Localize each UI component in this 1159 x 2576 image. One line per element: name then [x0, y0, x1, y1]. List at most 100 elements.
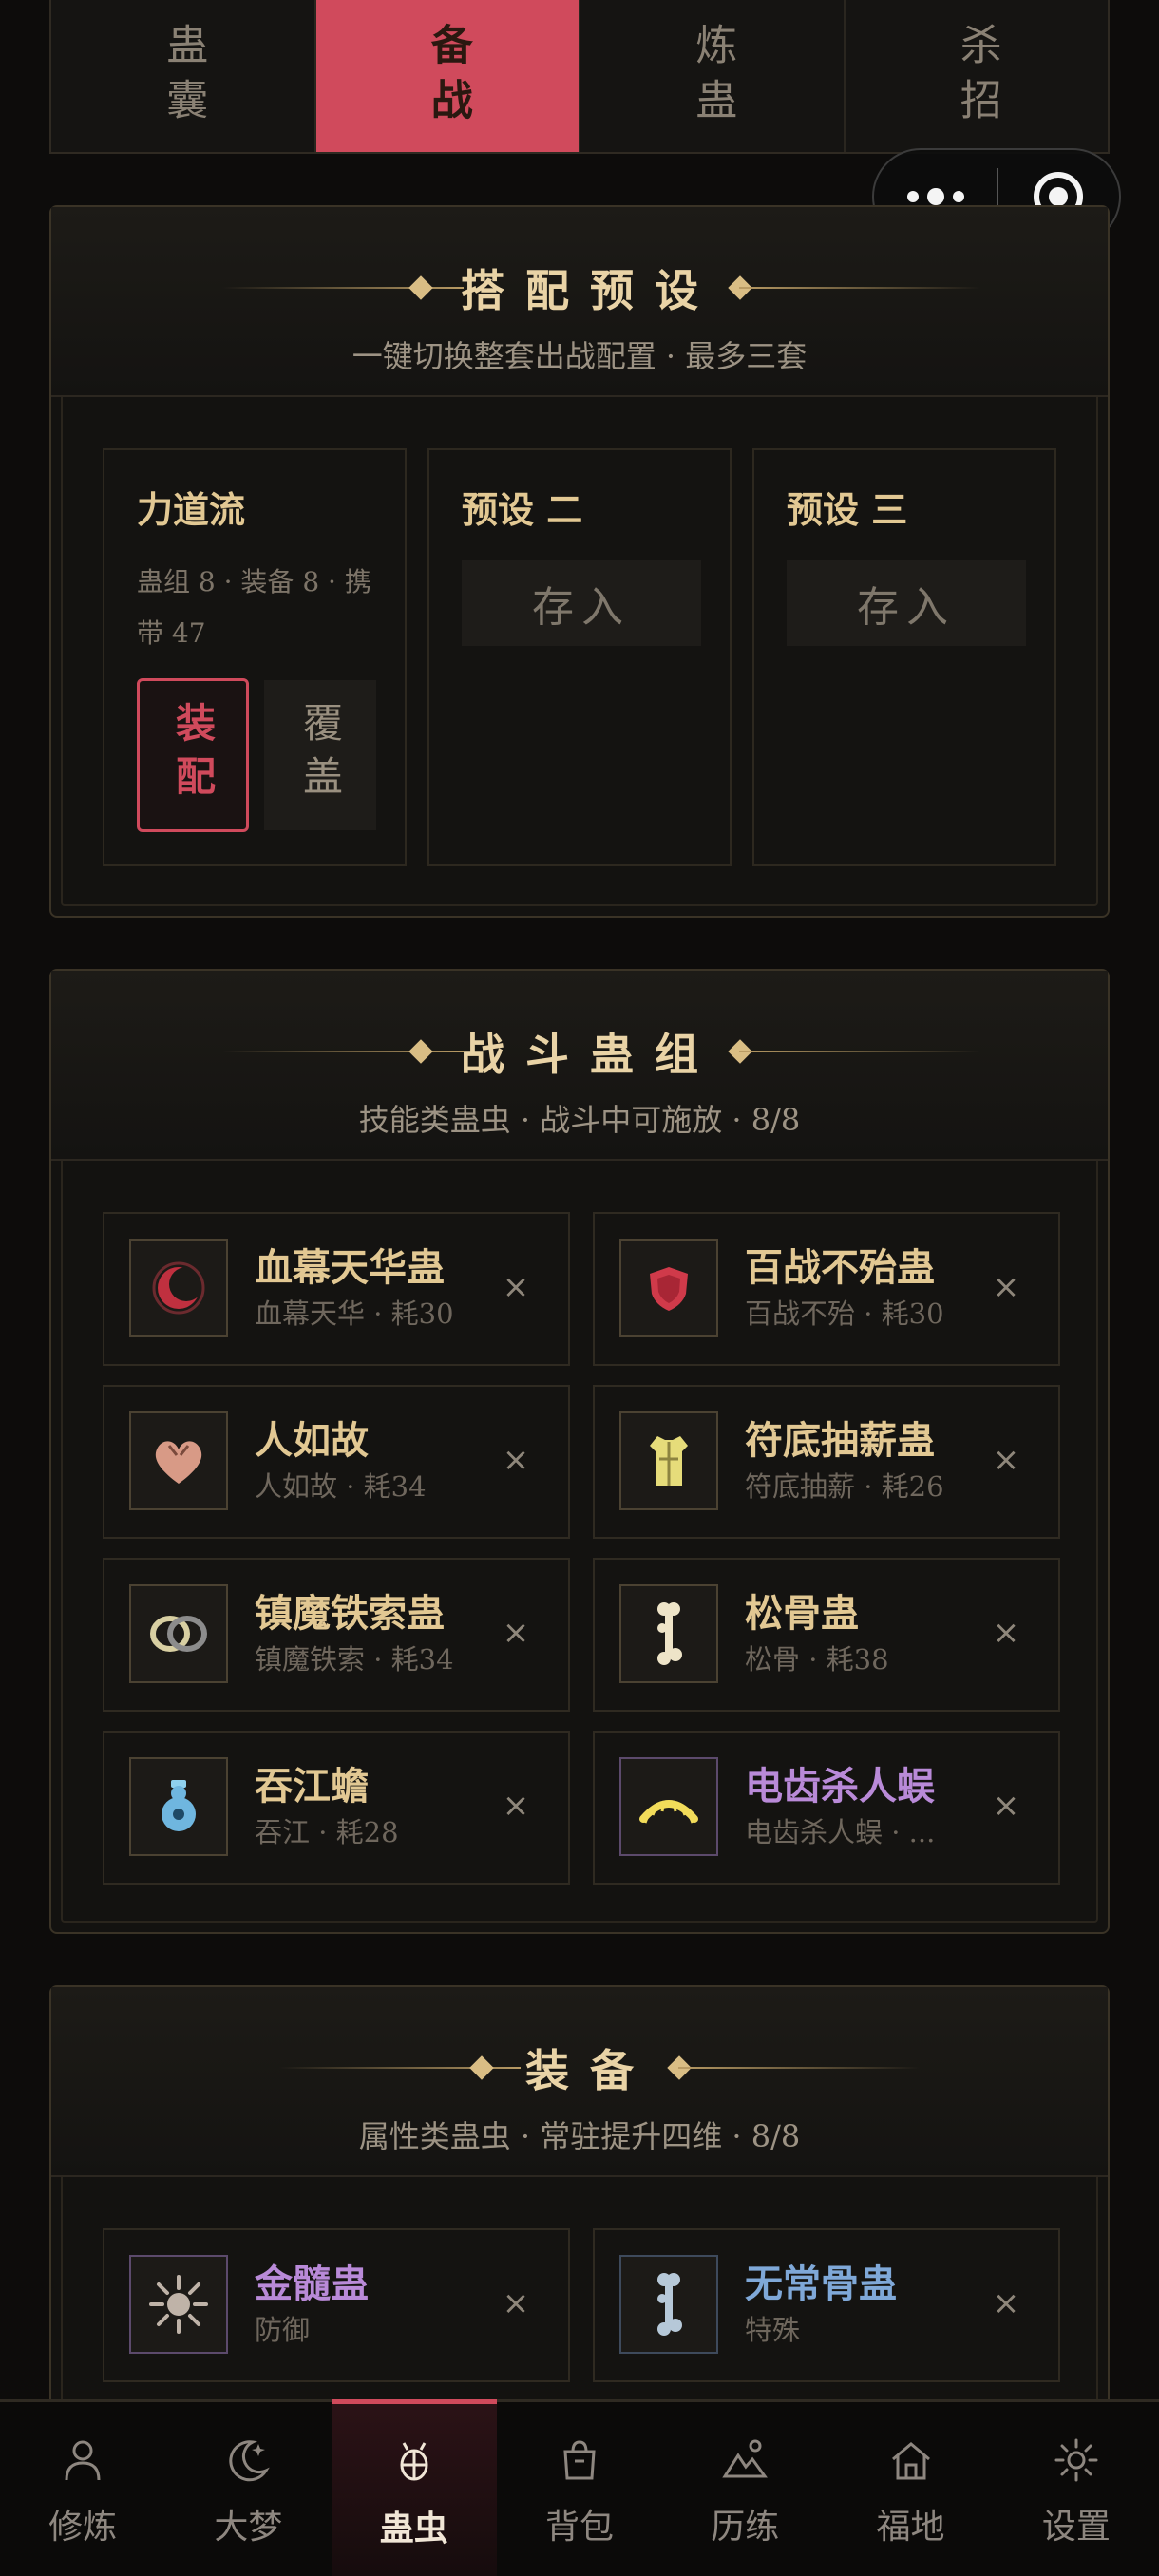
nav-label: 大梦 — [214, 2508, 283, 2547]
preset-panel: 搭配预设 一键切换整套出战配置 · 最多三套 力道流 蛊组 8 · 装备 8 ·… — [49, 205, 1110, 918]
button-label: 覆盖 — [296, 702, 344, 808]
person-icon — [65, 2440, 101, 2481]
tab-prepare[interactable]: 备战 — [315, 0, 580, 152]
nav-label: 修炼 — [48, 2508, 118, 2547]
remove-button[interactable]: × — [982, 1263, 1030, 1311]
preset-name: 力道流 — [137, 488, 246, 531]
nav-label: 背包 — [544, 2508, 614, 2547]
save-preset-button[interactable]: 存入 — [787, 560, 1026, 646]
armor-icon — [619, 1411, 718, 1510]
remove-button[interactable]: × — [492, 1436, 540, 1484]
nav-label: 历练 — [711, 2508, 780, 2547]
gu-desc: 镇魔铁索 · 耗34 — [255, 1643, 454, 1676]
panel-subtitle: 属性类蛊虫 · 常驻提升四维 · 8/8 — [358, 2118, 801, 2154]
gu-name: 人如故 — [255, 1418, 369, 1463]
gu-desc: 百战不殆 · 耗30 — [745, 1297, 944, 1330]
gu-slot[interactable]: 镇魔铁索蛊 镇魔铁索 · 耗34 × — [103, 1558, 570, 1712]
gu-slot[interactable]: 人如故 人如故 · 耗34 × — [103, 1385, 570, 1539]
gu-slot[interactable]: 电齿杀人蜈 电齿杀人蜈 · ... × — [593, 1731, 1060, 1885]
gourd-icon — [129, 1757, 228, 1856]
equip-preset-button[interactable]: 装配 — [137, 678, 249, 832]
heart-icon — [129, 1411, 228, 1510]
tab-gu-bag[interactable]: 蛊囊 — [51, 0, 316, 152]
bag-icon — [563, 2440, 596, 2480]
remove-button[interactable]: × — [492, 1263, 540, 1311]
mountain-icon — [722, 2439, 769, 2478]
more-dots-icon — [926, 188, 944, 205]
preset-card: 预设 三 存入 — [752, 448, 1056, 866]
nav-blessed-land[interactable]: 福地 — [827, 2402, 993, 2576]
preset-card: 预设 二 存入 — [428, 448, 732, 866]
remove-button[interactable]: × — [982, 1609, 1030, 1657]
tab-refine[interactable]: 炼蛊 — [580, 0, 846, 152]
remove-button[interactable]: × — [492, 1782, 540, 1829]
header-divider — [739, 287, 980, 289]
gu-desc: 松骨 · 耗38 — [745, 1643, 889, 1676]
gu-desc: 防御 — [255, 2314, 311, 2346]
preset-name: 预设 二 — [462, 488, 583, 531]
remove-button[interactable]: × — [982, 1436, 1030, 1484]
remove-button[interactable]: × — [492, 1609, 540, 1657]
gu-name: 松骨蛊 — [745, 1591, 859, 1636]
bone-icon — [619, 1584, 718, 1683]
nav-dream[interactable]: 大梦 — [165, 2402, 331, 2576]
gu-name: 吞江蟾 — [255, 1764, 369, 1809]
tab-label: 杀招 — [952, 23, 1001, 133]
header-divider — [678, 2067, 920, 2069]
gu-desc: 特殊 — [745, 2314, 801, 2346]
gu-slot[interactable]: 吞江蟾 吞江 · 耗28 × — [103, 1731, 570, 1885]
gu-name: 无常骨蛊 — [745, 2262, 897, 2306]
more-dots-icon — [952, 191, 964, 202]
preset-list: 力道流 蛊组 8 · 装备 8 · 携带 47 装配 覆盖 预设 二 存入 预设… — [103, 448, 1056, 866]
nav-label: 福地 — [876, 2508, 945, 2547]
nav-settings[interactable]: 设置 — [994, 2402, 1159, 2576]
top-tab-bar: 蛊囊 备战 炼蛊 杀招 — [49, 0, 1110, 154]
panel-subtitle: 一键切换整套出战配置 · 最多三套 — [352, 338, 808, 374]
nav-gu[interactable]: 蛊虫 — [331, 2399, 497, 2576]
gu-slot[interactable]: 血幕天华蛊 血幕天华 · 耗30 × — [103, 1212, 570, 1366]
gu-desc: 血幕天华 · 耗30 — [255, 1297, 454, 1330]
home-icon — [891, 2442, 930, 2480]
nav-label: 蛊虫 — [379, 2509, 448, 2548]
gear-icon — [1054, 2438, 1098, 2482]
tab-killer-move[interactable]: 杀招 — [846, 0, 1109, 152]
button-label: 装配 — [169, 702, 217, 808]
crescent-moon-icon — [129, 1239, 228, 1337]
gu-desc: 电齿杀人蜈 · ... — [745, 1816, 936, 1848]
sun-icon — [129, 2255, 228, 2354]
gu-name: 镇魔铁索蛊 — [255, 1591, 445, 1636]
gu-slot[interactable]: 百战不殆蛊 百战不殆 · 耗30 × — [593, 1212, 1060, 1366]
nav-bag[interactable]: 背包 — [497, 2402, 662, 2576]
gu-slot[interactable]: 金髓蛊 防御 × — [103, 2228, 570, 2382]
gu-name: 金髓蛊 — [255, 2262, 369, 2306]
gu-slot[interactable]: 无常骨蛊 特殊 × — [593, 2228, 1060, 2382]
preset-name: 预设 三 — [787, 488, 908, 531]
chain-icon — [129, 1584, 228, 1683]
tab-label: 备战 — [423, 23, 472, 133]
moon-star-icon — [229, 2440, 271, 2482]
centipede-icon — [619, 1757, 718, 1856]
tab-label: 炼蛊 — [688, 23, 737, 133]
nav-training[interactable]: 历练 — [662, 2402, 827, 2576]
save-preset-button[interactable]: 存入 — [462, 560, 701, 646]
panel-header: 装备 属性类蛊虫 · 常驻提升四维 · 8/8 — [51, 1987, 1108, 2177]
gu-name: 电齿杀人蜈 — [745, 1764, 935, 1809]
preset-summary: 蛊组 8 · 装备 8 · 携带 47 — [137, 566, 371, 649]
remove-button[interactable]: × — [982, 1782, 1030, 1829]
remove-button[interactable]: × — [982, 2280, 1030, 2327]
remove-button[interactable]: × — [492, 2280, 540, 2327]
gu-name: 百战不殆蛊 — [745, 1245, 935, 1290]
panel-header: 战斗蛊组 技能类蛊虫 · 战斗中可施放 · 8/8 — [51, 971, 1108, 1161]
gu-slot[interactable]: 松骨蛊 松骨 · 耗38 × — [593, 1558, 1060, 1712]
bottom-nav: 修炼 大梦 蛊虫 背包 历练 福地 设置 — [0, 2399, 1159, 2576]
gu-slot[interactable]: 符底抽薪蛊 符底抽薪 · 耗26 × — [593, 1385, 1060, 1539]
header-divider — [739, 1051, 980, 1052]
battle-gu-panel: 战斗蛊组 技能类蛊虫 · 战斗中可施放 · 8/8 血幕天华蛊 血幕天华 · 耗… — [49, 969, 1110, 1934]
nav-cultivate[interactable]: 修炼 — [0, 2402, 165, 2576]
tab-label: 蛊囊 — [159, 23, 208, 133]
shield-icon — [619, 1239, 718, 1337]
gu-name: 血幕天华蛊 — [255, 1245, 445, 1290]
overwrite-preset-button[interactable]: 覆盖 — [264, 680, 376, 830]
preset-card: 力道流 蛊组 8 · 装备 8 · 携带 47 装配 覆盖 — [103, 448, 407, 866]
battle-gu-list: 血幕天华蛊 血幕天华 · 耗30 × 百战不殆蛊 百战不殆 · 耗30 × 人如… — [103, 1212, 1060, 1885]
